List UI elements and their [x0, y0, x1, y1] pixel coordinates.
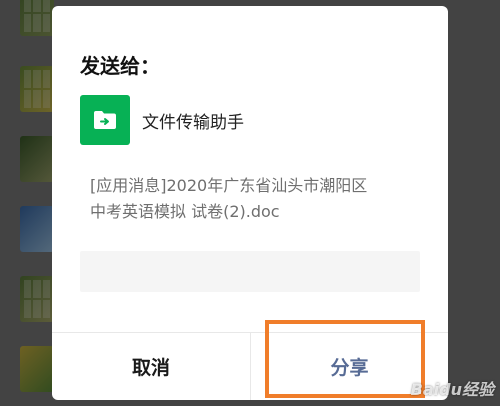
message-input[interactable]	[80, 251, 420, 292]
recipient-name: 文件传输助手	[142, 112, 244, 133]
file-transfer-folder-icon	[80, 95, 130, 145]
cancel-button[interactable]: 取消	[52, 333, 250, 400]
recipient-item: 文件传输助手	[80, 95, 244, 145]
dialog-title: 发送给：	[80, 54, 160, 78]
watermark: Baidu经验	[410, 380, 494, 399]
share-dialog: 发送给： 文件传输助手 [应用消息]2020年广东省汕头市潮阳区 中考英语模拟 …	[52, 6, 448, 400]
shared-file-message: [应用消息]2020年广东省汕头市潮阳区 中考英语模拟 试卷(2).doc	[90, 176, 368, 221]
